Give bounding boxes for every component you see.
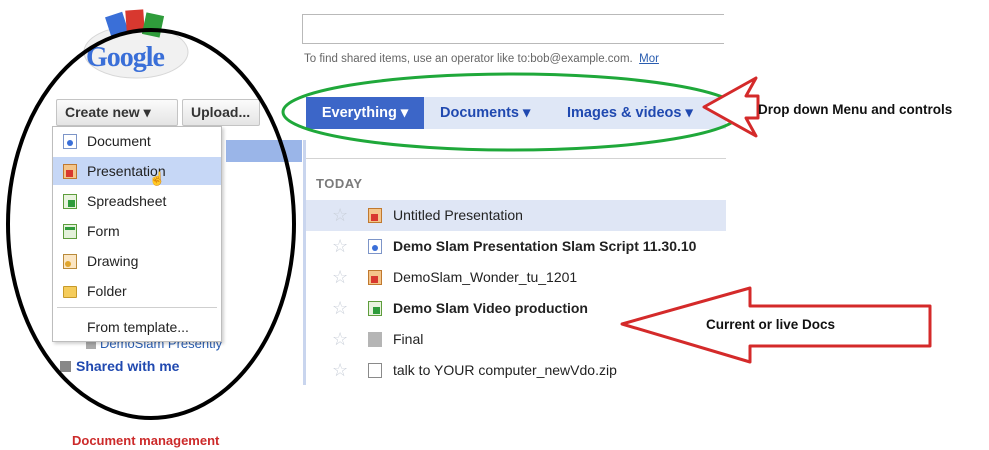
- annotation-live-docs: Current or live Docs: [706, 317, 836, 332]
- doc-title[interactable]: Demo Slam Video production: [393, 300, 588, 316]
- doc-title[interactable]: Final: [393, 331, 423, 347]
- search-hint: To find shared items, use an operator li…: [304, 53, 659, 65]
- doc-row[interactable]: ☆ Demo Slam Presentation Slam Script 11.…: [306, 231, 726, 262]
- star-icon[interactable]: ☆: [332, 205, 348, 225]
- doc-title[interactable]: talk to YOUR computer_newVdo.zip: [393, 362, 617, 378]
- document-icon: [368, 239, 382, 254]
- star-icon[interactable]: ☆: [332, 267, 348, 287]
- doc-row[interactable]: ☆ Untitled Presentation: [306, 200, 726, 231]
- star-icon[interactable]: ☆: [332, 298, 348, 318]
- doc-title[interactable]: Demo Slam Presentation Slam Script 11.30…: [393, 238, 696, 254]
- list-divider: [306, 158, 726, 159]
- red-arrow-left-icon: [702, 76, 760, 138]
- star-icon[interactable]: ☆: [332, 236, 348, 256]
- presentation-icon: [368, 208, 382, 223]
- spreadsheet-icon: [368, 301, 382, 316]
- search-hint-text: To find shared items, use an operator li…: [304, 53, 633, 65]
- doc-title[interactable]: Untitled Presentation: [393, 207, 523, 223]
- more-link[interactable]: Mor: [639, 53, 659, 65]
- star-icon[interactable]: ☆: [332, 360, 348, 380]
- black-highlight-ellipse: [6, 28, 296, 420]
- doc-title[interactable]: DemoSlam_Wonder_tu_1201: [393, 269, 577, 285]
- file-icon: [368, 363, 382, 378]
- star-icon[interactable]: ☆: [332, 329, 348, 349]
- annotation-document-management: Document management: [72, 433, 220, 448]
- grey-square-icon: [368, 332, 382, 347]
- green-highlight-ellipse: [281, 72, 743, 152]
- section-label-today: TODAY: [316, 176, 363, 191]
- search-input[interactable]: [302, 14, 724, 44]
- presentation-icon: [368, 270, 382, 285]
- annotation-dropdown-controls: Drop down Menu and controls: [758, 102, 953, 117]
